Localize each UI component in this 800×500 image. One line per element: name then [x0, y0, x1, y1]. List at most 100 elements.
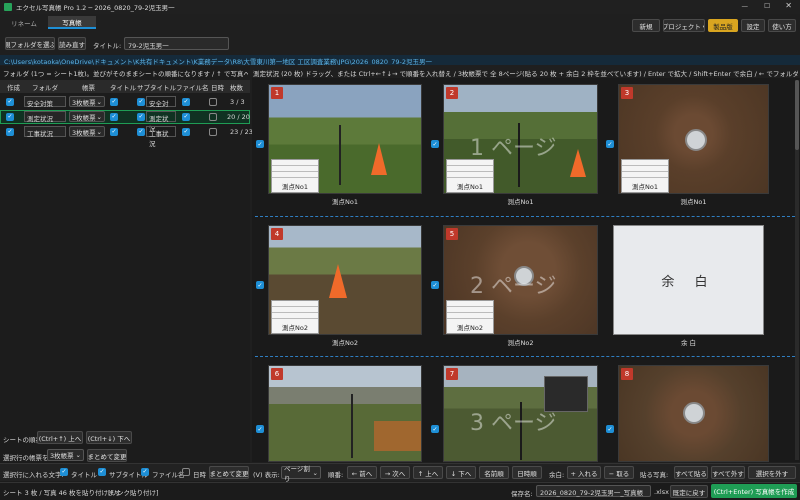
create-photobook-button[interactable]: (Ctrl+Enter) 写真帳を作成 [711, 484, 797, 498]
blank-slot[interactable]: 余 白 [613, 225, 764, 335]
sheet-up-button[interactable]: (Ctrl+↑) 上へ [37, 431, 83, 444]
up-button[interactable]: ↑ 上へ [413, 466, 443, 479]
subtitle-field[interactable]: 安全対策 [146, 96, 176, 118]
photo-checkbox[interactable]: ✓ [256, 425, 264, 433]
photo-board: 測点No1 [446, 159, 494, 193]
folder-name-field[interactable]: 測定状況 [24, 111, 66, 123]
tab-photobook[interactable]: 写真帳 [48, 16, 96, 29]
remove-all-button[interactable]: すべて外す [711, 466, 745, 479]
photo-checkbox[interactable]: ✓ [606, 425, 614, 433]
minimize-icon[interactable]: — [742, 2, 749, 10]
col-title: タイトル [110, 83, 136, 92]
photo-caption: 測点No2 [332, 339, 358, 347]
sort-date-button[interactable]: 日時順 [512, 466, 542, 479]
title-checkbox[interactable]: ✓ [110, 98, 118, 106]
project-button[interactable]: プロジェクト ▾ [663, 19, 705, 32]
product-button[interactable]: 製品版 [708, 19, 738, 32]
create-checkbox[interactable]: ✓ [6, 98, 14, 106]
chevron-down-icon: ⌄ [96, 127, 102, 136]
opt-date-label: 日時 [193, 471, 206, 479]
deselect-button[interactable]: 選択を外す [748, 466, 796, 479]
chevron-down-icon: ⌄ [312, 468, 318, 477]
table-row[interactable]: ✓ 工事状況 3枚帳票 ⌄ ✓ ✓ 工事状況 ✓ 23 / 23 [0, 125, 253, 148]
folder-name-field[interactable]: 工事状況 [24, 126, 66, 138]
photo-thumb[interactable]: 4 測点No2 [268, 225, 422, 335]
down-button[interactable]: ↓ 下へ [446, 466, 476, 479]
maximize-icon[interactable]: ☐ [764, 2, 770, 10]
photo-thumb[interactable]: 1 測点No1 [268, 84, 422, 194]
layout-select[interactable]: 3枚帳票 ⌄ [69, 111, 105, 122]
photo-thumb[interactable]: 8 [618, 365, 769, 462]
create-checkbox[interactable]: ✓ [6, 113, 14, 121]
file-extension: .xlsx [654, 488, 669, 496]
view-select[interactable]: ページ割り ⌄ [281, 465, 321, 483]
link-paste-toggle[interactable]: [リンク貼り付け] [108, 487, 159, 497]
folder-name-field[interactable]: 安全対策 [24, 96, 66, 108]
scrollbar-thumb[interactable] [795, 80, 799, 150]
choose-folder-button[interactable]: 親フォルダを選ぶ [5, 37, 55, 50]
layout-select[interactable]: 3枚帳票 ⌄ [69, 126, 105, 137]
table-row[interactable]: ✓ 安全対策 3枚帳票⌄ ✓ ✓ 安全対策 ✓ 3 / 3 [0, 95, 250, 118]
photo-board: 測点No1 [621, 159, 669, 193]
filename-checkbox[interactable]: ✓ [182, 98, 190, 106]
layout-apply-button[interactable]: まとめて変更 [87, 449, 127, 462]
subtitle-field[interactable]: 測定状況 [146, 111, 176, 133]
opt-filename-label: ファイル名 [152, 471, 185, 479]
layout-select[interactable]: 3枚帳票 ⌄ [69, 96, 105, 107]
layout-change-label: 選択行の帳票を [3, 454, 49, 462]
title-checkbox[interactable]: ✓ [110, 128, 118, 136]
insert-blank-button[interactable]: + 入れる [567, 466, 601, 479]
text-apply-button[interactable]: まとめて変更 [209, 466, 249, 479]
title-label: タイトル: [93, 42, 122, 50]
create-checkbox[interactable]: ✓ [6, 128, 14, 136]
title-checkbox[interactable]: ✓ [110, 113, 118, 121]
photo-number: 4 [271, 228, 283, 240]
help-button[interactable]: 使い方 [768, 19, 796, 32]
remove-blank-button[interactable]: − 取る [604, 466, 634, 479]
photo-thumb[interactable]: 6 [268, 365, 422, 462]
tab-rename[interactable]: リネーム [0, 16, 48, 29]
title-input[interactable]: 79-2児玉男一 [124, 37, 229, 50]
subtitle-checkbox[interactable]: ✓ [137, 113, 145, 121]
date-checkbox[interactable] [209, 128, 217, 136]
subtitle-checkbox[interactable]: ✓ [137, 98, 145, 106]
sheet-down-button[interactable]: (Ctrl+↓) 下へ [86, 431, 132, 444]
page-mark: 1 ページ [470, 136, 557, 161]
order-label: 順番: [328, 471, 344, 479]
date-checkbox[interactable] [209, 113, 217, 121]
photo-number: 2 [446, 87, 458, 99]
paste-all-button[interactable]: すべて貼る [674, 466, 708, 479]
tripod [339, 125, 341, 185]
layout-change-select[interactable]: 3枚帳票 ⌄ [47, 449, 84, 461]
photo-caption: 余 白 [680, 339, 697, 347]
opt-date-checkbox[interactable] [182, 468, 190, 476]
settings-button[interactable]: 設定 [741, 19, 765, 32]
opt-filename-checkbox[interactable]: ✓ [141, 468, 149, 476]
subtitle-field[interactable]: 工事状況 [146, 126, 176, 148]
photo-checkbox[interactable]: ✓ [431, 425, 439, 433]
photo-checkbox[interactable]: ✓ [606, 140, 614, 148]
sort-name-button[interactable]: 名前順 [479, 466, 509, 479]
filename-checkbox[interactable]: ✓ [182, 113, 190, 121]
photo-checkbox[interactable]: ✓ [431, 140, 439, 148]
photo-thumb[interactable]: 3 測点No1 [618, 84, 769, 194]
next-button[interactable]: → 次へ [380, 466, 410, 479]
table-row[interactable]: ✓ 測定状況 3枚帳票 ⌄ ✓ ✓ 測定状況 ✓ 20 / 20 [0, 110, 250, 133]
photo-checkbox[interactable]: ✓ [256, 140, 264, 148]
scrollbar[interactable] [795, 80, 799, 460]
filename-checkbox[interactable]: ✓ [182, 128, 190, 136]
paste-photo-label: 貼る写真: [640, 471, 669, 479]
close-icon[interactable]: ✕ [785, 1, 792, 10]
save-name-input[interactable]: 2026_0820_79-2児玉男一_写真帳 [536, 485, 651, 497]
photo-checkbox[interactable]: ✓ [431, 281, 439, 289]
photo-checkbox[interactable]: ✓ [256, 281, 264, 289]
reload-button[interactable]: 読み直す [58, 37, 86, 50]
subtitle-checkbox[interactable]: ✓ [137, 128, 145, 136]
prev-button[interactable]: ← 前へ [347, 466, 377, 479]
restore-default-button[interactable]: 既定に戻す [670, 485, 708, 498]
new-button[interactable]: 新規 [632, 19, 660, 32]
opt-subtitle-checkbox[interactable]: ✓ [98, 468, 106, 476]
sensor [683, 402, 705, 424]
opt-title-checkbox[interactable]: ✓ [60, 468, 68, 476]
date-checkbox[interactable] [209, 98, 217, 106]
